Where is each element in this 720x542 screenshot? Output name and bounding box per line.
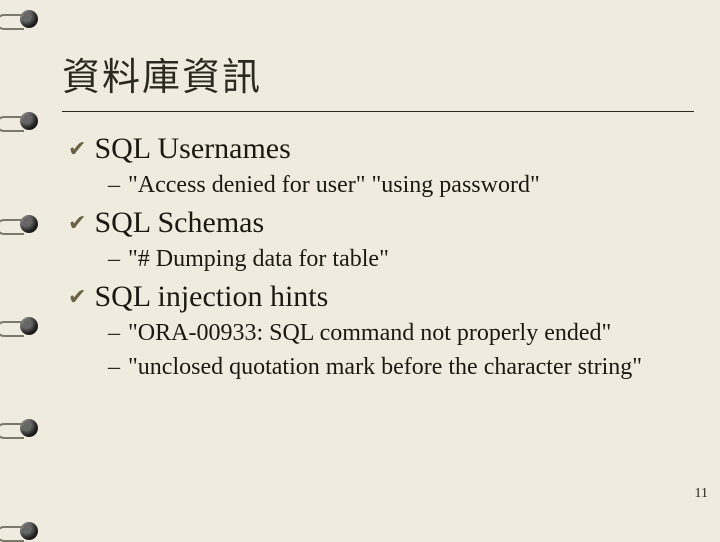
spiral-binding xyxy=(0,0,48,540)
list-item: ✔ SQL injection hints xyxy=(68,280,710,314)
slide-content: 資料庫資訊 ✔ SQL Usernames – "Access denied f… xyxy=(62,46,710,382)
section-heading: SQL injection hints xyxy=(94,280,328,314)
checkmark-icon: ✔ xyxy=(68,132,86,166)
dash-icon: – xyxy=(108,244,120,274)
title-rule xyxy=(62,111,694,112)
ring-icon xyxy=(4,213,44,233)
list-subitem: – "unclosed quotation mark before the ch… xyxy=(108,352,710,382)
section-heading: SQL Schemas xyxy=(94,206,264,240)
checkmark-icon: ✔ xyxy=(68,206,86,240)
dash-icon: – xyxy=(108,352,120,382)
ring-icon xyxy=(4,417,44,437)
list-item: ✔ SQL Usernames xyxy=(68,132,710,166)
subitem-text: "Access denied for user" "using password… xyxy=(128,170,540,200)
list-item: ✔ SQL Schemas xyxy=(68,206,710,240)
dash-icon: – xyxy=(108,318,120,348)
dash-icon: – xyxy=(108,170,120,200)
page-number: 11 xyxy=(695,486,708,502)
list-subitem: – "Access denied for user" "using passwo… xyxy=(108,170,710,200)
slide-title: 資料庫資訊 xyxy=(62,46,710,109)
ring-icon xyxy=(4,520,44,540)
ring-icon xyxy=(4,8,44,28)
content-body: ✔ SQL Usernames – "Access denied for use… xyxy=(62,132,710,382)
subitem-text: "ORA-00933: SQL command not properly end… xyxy=(128,318,611,348)
list-subitem: – "# Dumping data for table" xyxy=(108,244,710,274)
checkmark-icon: ✔ xyxy=(68,280,86,314)
ring-icon xyxy=(4,315,44,335)
subitem-text: "# Dumping data for table" xyxy=(128,244,389,274)
ring-icon xyxy=(4,110,44,130)
subitem-text: "unclosed quotation mark before the char… xyxy=(128,352,642,382)
section-heading: SQL Usernames xyxy=(94,132,290,166)
list-subitem: – "ORA-00933: SQL command not properly e… xyxy=(108,318,710,348)
